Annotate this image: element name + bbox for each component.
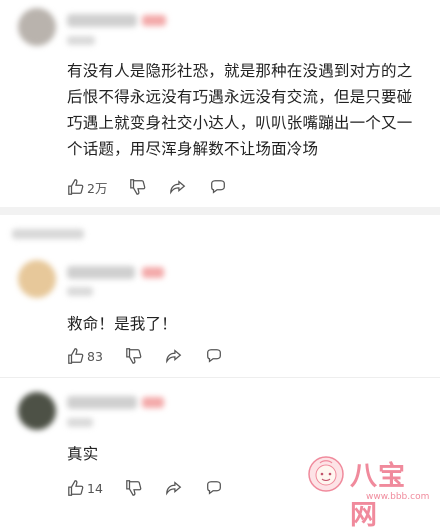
comment-item: 救命！是我了！ 83 [0, 250, 440, 375]
like-button[interactable]: 2万 [67, 178, 107, 197]
share-button[interactable] [165, 347, 183, 365]
reply-button[interactable] [205, 347, 223, 365]
comment-actions: 2万 [67, 177, 249, 197]
avatar[interactable] [18, 260, 56, 298]
comment-icon [206, 481, 221, 495]
username[interactable] [67, 14, 137, 27]
section-header [12, 229, 84, 239]
comment-text: 救命！是我了！ [67, 315, 177, 333]
like-button[interactable]: 83 [67, 347, 103, 365]
avatar[interactable] [18, 8, 56, 46]
dislike-button[interactable] [125, 347, 143, 365]
username[interactable] [67, 266, 135, 279]
share-icon [170, 180, 186, 195]
like-count: 83 [87, 348, 103, 364]
thumb-down-icon [126, 480, 142, 496]
comment-actions: 83 [67, 346, 245, 366]
reply-button[interactable] [205, 479, 223, 497]
thumb-down-icon [130, 179, 146, 195]
comment-text: 有没有人是隐形社恐，就是那种在没遇到对方的之后恨不得永远没有巧遇永远没有交流，但… [67, 62, 413, 158]
comment-meta [67, 287, 93, 296]
comment-meta [67, 36, 95, 45]
thumb-up-icon [68, 348, 84, 364]
thumb-up-icon [68, 179, 84, 195]
like-button[interactable]: 14 [67, 479, 103, 497]
comment-divider [0, 377, 440, 378]
share-icon [166, 349, 182, 364]
comment-icon [211, 180, 226, 194]
reply-button[interactable] [209, 178, 227, 196]
like-count: 14 [87, 480, 103, 496]
share-icon [166, 481, 182, 496]
avatar[interactable] [18, 392, 56, 430]
dislike-button[interactable] [129, 178, 147, 196]
thumb-up-icon [68, 480, 84, 496]
username[interactable] [67, 396, 137, 409]
like-count: 2万 [87, 180, 108, 196]
thumb-down-icon [126, 348, 142, 364]
share-button[interactable] [165, 479, 183, 497]
user-badge [142, 397, 164, 408]
watermark-url: www.bbb.com [366, 492, 430, 502]
share-button[interactable] [169, 178, 187, 196]
user-badge [142, 15, 166, 26]
comment-actions: 14 [67, 478, 245, 498]
comment-meta [67, 418, 93, 427]
section-divider [0, 207, 440, 215]
comment-item: 有没有人是隐形社恐，就是那种在没遇到对方的之后恨不得永远没有巧遇永远没有交流，但… [0, 0, 440, 205]
comment-icon [206, 349, 221, 363]
site-watermark: 八宝网 www.bbb.com [306, 448, 432, 531]
user-badge [142, 267, 164, 278]
baby-mascot-icon [308, 456, 344, 492]
dislike-button[interactable] [125, 479, 143, 497]
